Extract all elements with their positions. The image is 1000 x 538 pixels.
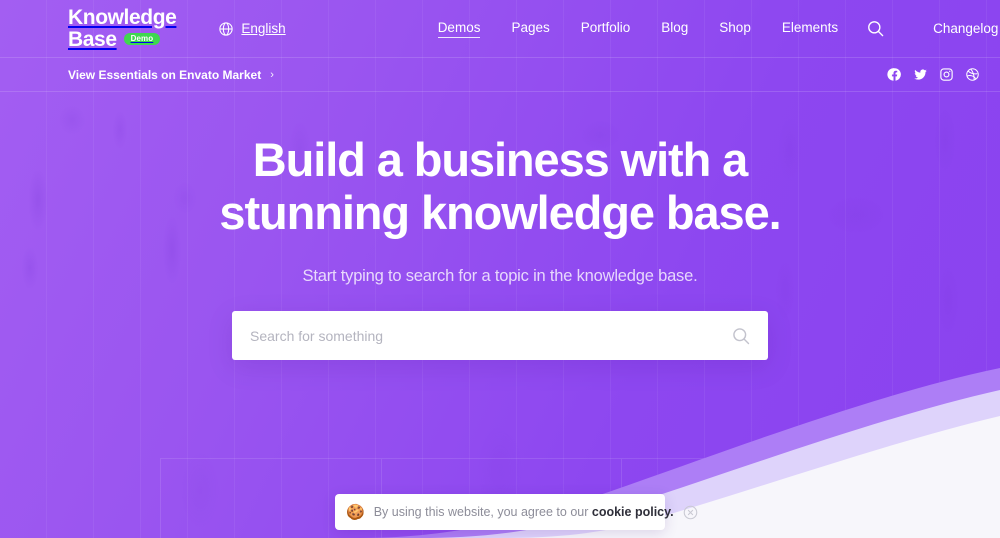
nav-item-demos[interactable]: Demos <box>437 20 481 38</box>
page-root: Knowledge Base Demo English Demos Pages … <box>0 0 1000 538</box>
cookie-message-text: By using this website, you agree to our <box>373 505 592 519</box>
social-links <box>887 67 980 82</box>
cookie-policy-link[interactable]: cookie policy. <box>592 505 674 519</box>
changelog-link[interactable]: Changelog v1.2.1 <box>933 21 1000 36</box>
globe-icon <box>219 21 234 36</box>
nav-search-button[interactable] <box>866 18 885 40</box>
envato-essentials-label: View Essentials on Envato Market <box>68 67 262 82</box>
hero-search-box <box>232 311 768 360</box>
hero-heading: Build a business with a stunning knowled… <box>0 133 1000 239</box>
dribbble-icon[interactable] <box>965 67 980 82</box>
nav-item-portfolio[interactable]: Portfolio <box>581 20 631 37</box>
twitter-icon[interactable] <box>913 67 928 82</box>
search-input[interactable] <box>250 327 731 344</box>
hero-subtitle: Start typing to search for a topic in th… <box>302 267 698 286</box>
cookie-icon: 🍪 <box>346 503 365 521</box>
nav-item-shop[interactable]: Shop <box>719 20 751 37</box>
logo-line-2: Base <box>68 27 117 51</box>
close-circle-icon <box>683 505 697 519</box>
top-navigation-bar: Knowledge Base Demo English Demos Pages … <box>0 0 1000 57</box>
instagram-icon[interactable] <box>939 67 954 82</box>
envato-essentials-link[interactable]: View Essentials on Envato Market › <box>68 68 274 82</box>
search-submit-button[interactable] <box>731 326 751 346</box>
hero-heading-line-1: Build a business with a <box>252 133 749 186</box>
language-label: English <box>241 21 286 36</box>
chevron-right-icon: › <box>270 68 274 81</box>
logo-line-1: Knowledge <box>68 6 177 30</box>
facebook-icon[interactable] <box>887 67 902 82</box>
language-selector[interactable]: English <box>218 21 286 37</box>
primary-nav-links: Demos Pages Portfolio Blog Shop Elements <box>437 20 838 38</box>
nav-item-elements[interactable]: Elements <box>782 20 838 37</box>
secondary-bar: View Essentials on Envato Market › <box>0 57 1000 92</box>
search-icon <box>868 21 884 37</box>
hero-section: Build a business with a stunning knowled… <box>0 92 1000 286</box>
nav-item-blog[interactable]: Blog <box>661 20 688 37</box>
search-icon <box>733 327 750 344</box>
hero-heading-line-2: stunning knowledge base. <box>219 185 781 239</box>
cookie-close-button[interactable] <box>683 505 698 520</box>
cookie-message: By using this website, you agree to our … <box>374 505 674 519</box>
cookie-consent-bar: 🍪 By using this website, you agree to ou… <box>335 494 697 530</box>
site-logo[interactable]: Knowledge Base Demo <box>68 6 177 51</box>
demo-badge: Demo <box>123 32 161 46</box>
nav-item-pages[interactable]: Pages <box>511 20 549 37</box>
